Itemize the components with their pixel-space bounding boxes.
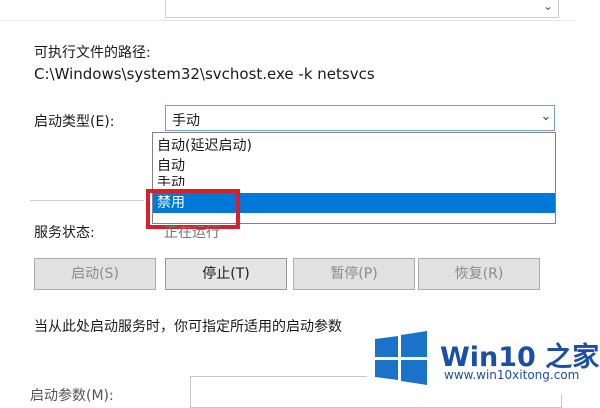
service-status-label: 服务状态: [34,225,95,241]
start-params-label: 启动参数(M): [30,388,114,404]
divider [0,20,575,21]
windows-logo-icon [375,331,427,385]
path-value: C:\Windows\system32\svchost.exe -k netsv… [34,65,375,83]
start-params-hint: 当从此处启动服务时，你可指定所适用的启动参数 [34,319,342,335]
upper-field [165,0,559,18]
pause-button[interactable]: 暂停(P) [293,258,415,290]
dropdown-option-manual[interactable]: 手动 [153,176,555,186]
startup-type-selected: 手动 [172,113,200,129]
service-status-value: 正在运行 [164,225,220,241]
resume-button[interactable]: 恢复(R) [418,258,540,290]
stop-button[interactable]: 停止(T) [165,258,287,290]
divider [30,200,144,201]
startup-type-select[interactable] [165,105,555,131]
dropdown-option-auto-delayed[interactable]: 自动(延迟启动) [153,136,555,156]
watermark-site: www.win10xitong.com [444,368,580,382]
chevron-down-icon[interactable]: ⌄ [539,108,553,126]
start-button[interactable]: 启动(S) [34,258,156,290]
startup-type-label: 启动类型(E): [34,114,115,130]
scroll-down-icon[interactable]: ⌄ [540,0,556,15]
path-label: 可执行文件的路径: [34,45,151,61]
dropdown-option-auto[interactable]: 自动 [153,156,555,176]
